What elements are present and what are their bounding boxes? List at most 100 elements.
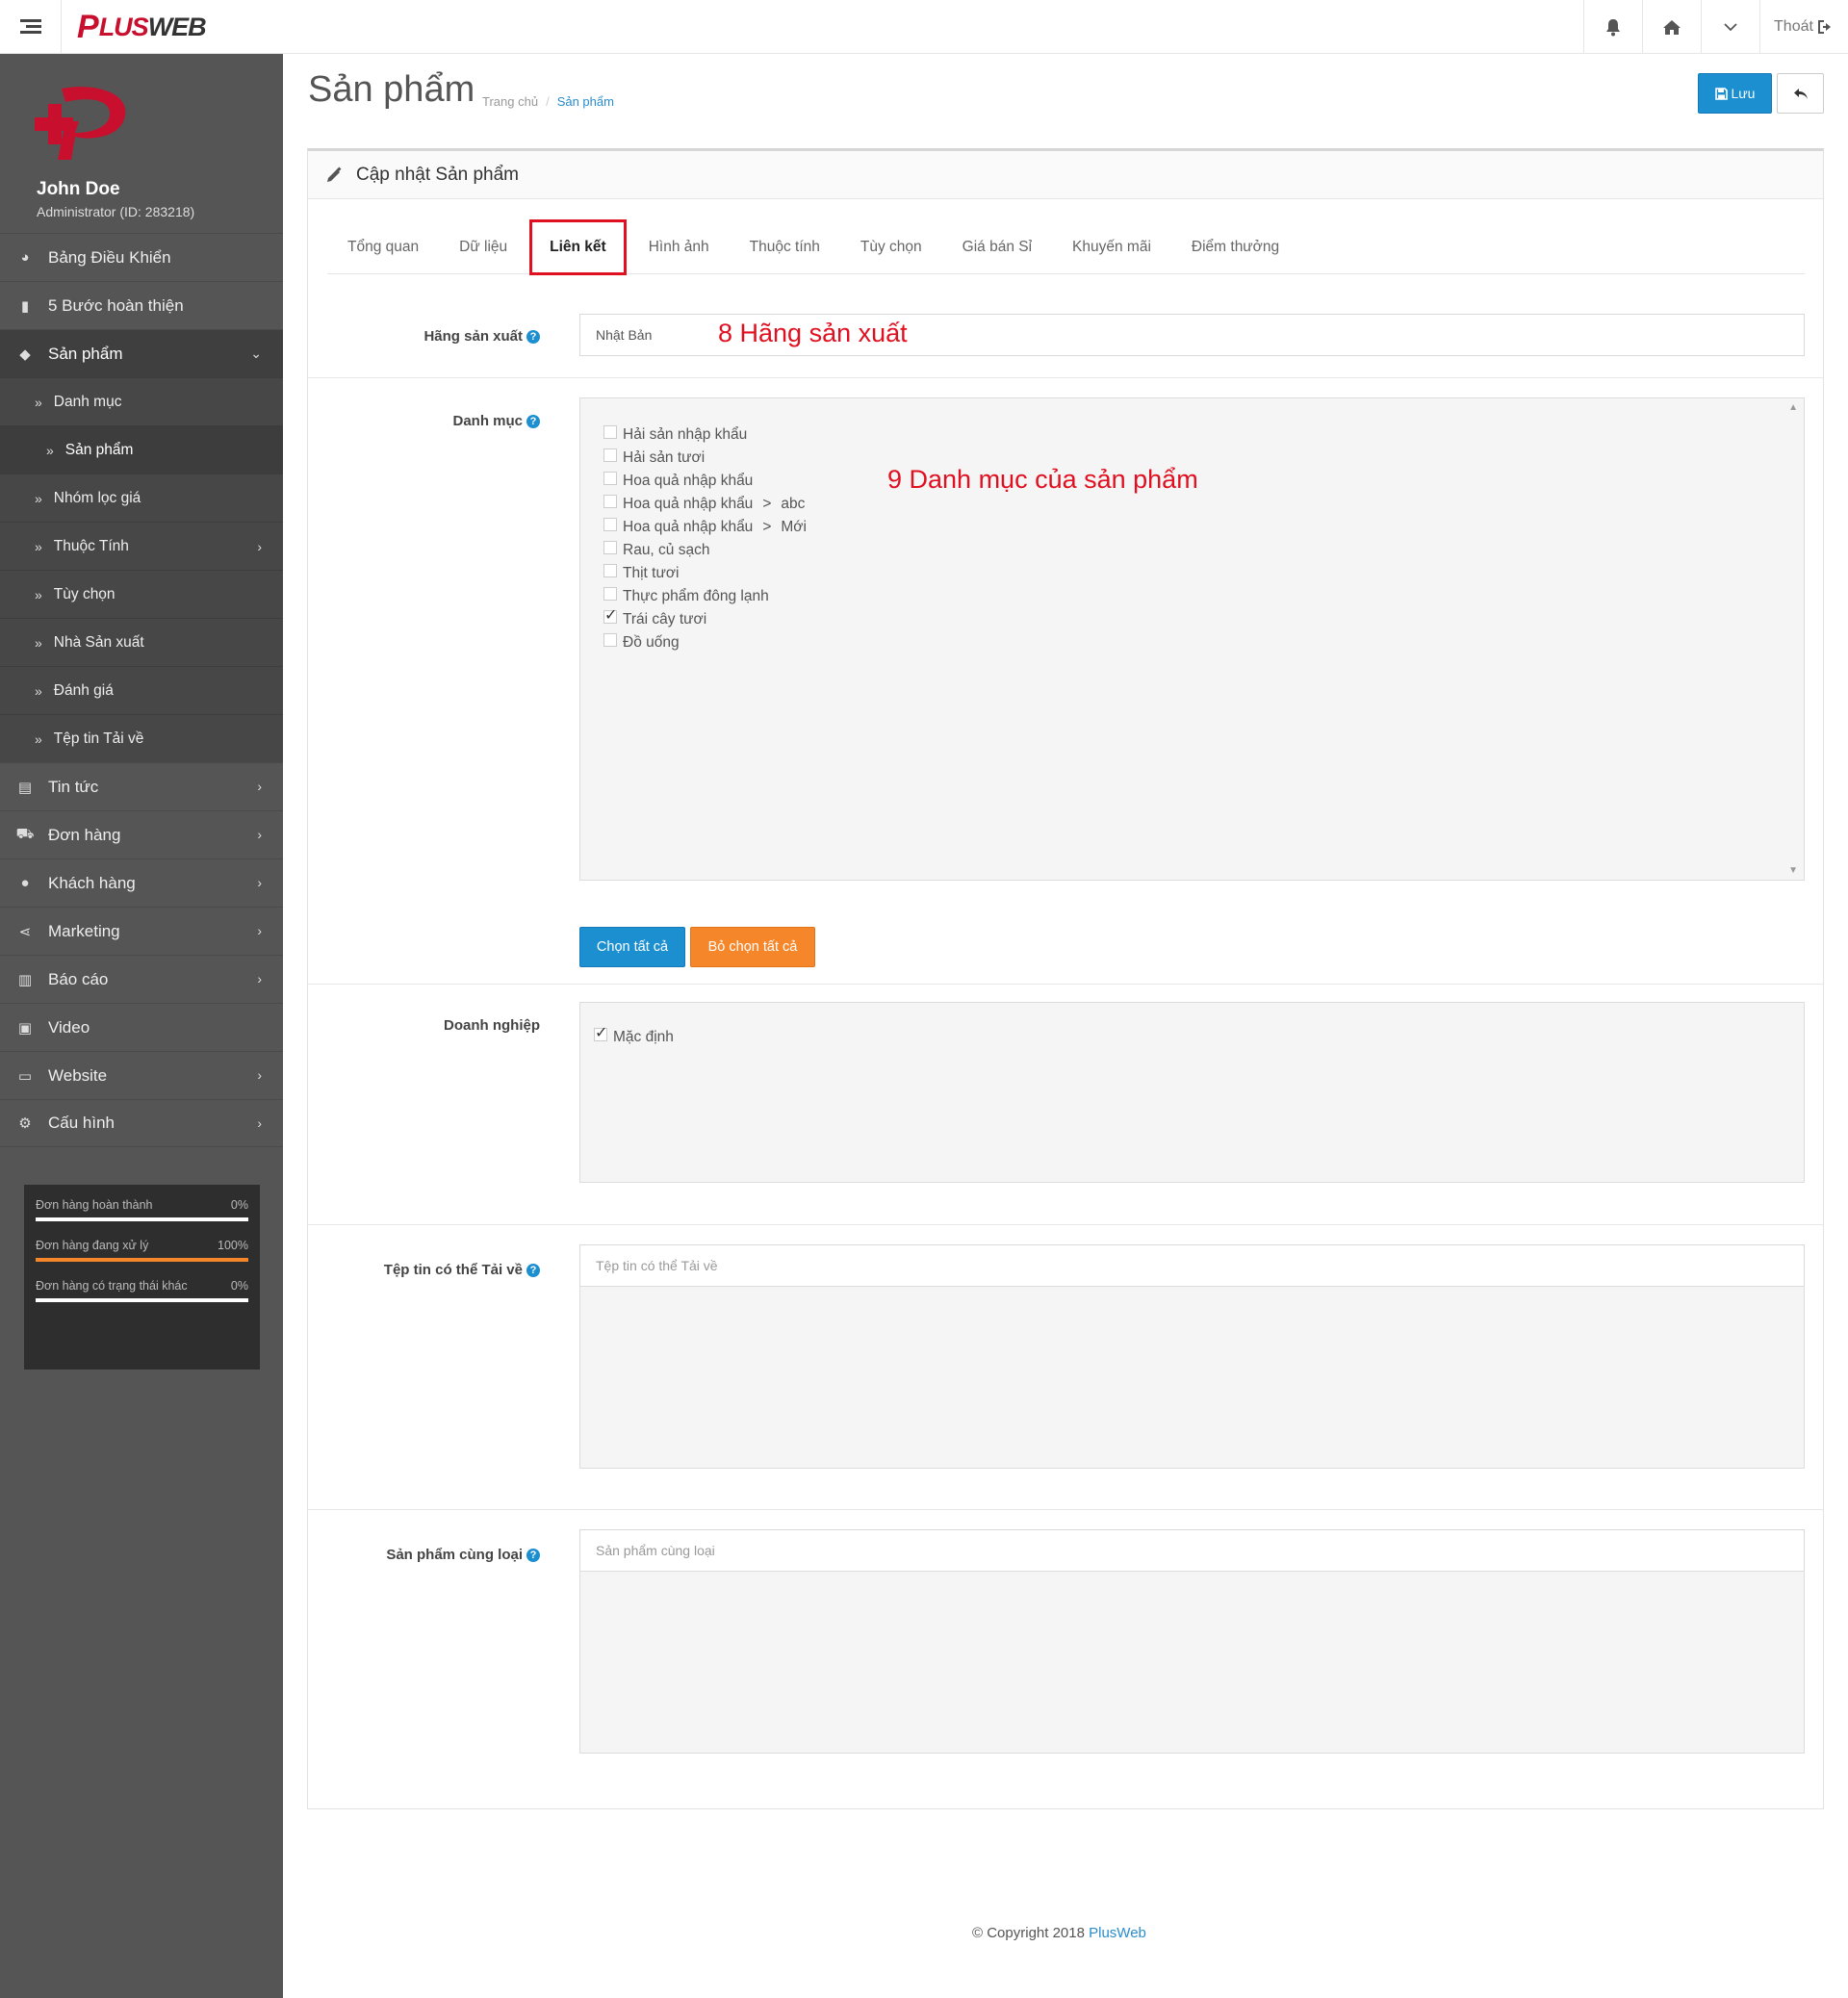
question-circle-icon[interactable]: ? xyxy=(526,415,540,428)
sidebar-item-orders[interactable]: ⛟ Đơn hàng › xyxy=(0,810,283,858)
checkbox[interactable] xyxy=(603,633,617,647)
related-products-input[interactable]: Sản phẩm cùng loại xyxy=(579,1529,1805,1572)
sidebar-subitem-products[interactable]: » Sản phẩm xyxy=(0,425,283,474)
chevron-right-icon: › xyxy=(257,923,262,938)
sidebar-item-label: 5 Bước hoàn thiện xyxy=(48,295,184,315)
sidebar-item-video[interactable]: ▣ Video xyxy=(0,1003,283,1051)
panel-header: Cập nhật Sản phẩm xyxy=(308,151,1823,199)
sidebar-subitem-attributes[interactable]: » Thuộc Tính › xyxy=(0,522,283,570)
sidebar-item-customers[interactable]: ● Khách hàng › xyxy=(0,858,283,907)
tab-links[interactable]: Liên kết xyxy=(529,219,627,275)
tab-data[interactable]: Dữ liệu xyxy=(439,220,527,274)
pencil-icon xyxy=(327,166,342,182)
sidebar-subitem-price-filter[interactable]: » Nhóm lọc giá xyxy=(0,474,283,522)
checkbox[interactable] xyxy=(603,541,617,554)
stat-progress-bar xyxy=(36,1298,248,1302)
logo[interactable]: P LUS WEB xyxy=(77,11,207,43)
downloads-input[interactable]: Tệp tin có thể Tải về xyxy=(579,1244,1805,1287)
category-option[interactable]: Đồ uống xyxy=(603,631,1781,654)
double-chevron-right-icon: » xyxy=(35,538,42,554)
question-circle-icon[interactable]: ? xyxy=(526,1549,540,1562)
tab-reward-points[interactable]: Điểm thưởng xyxy=(1171,220,1299,274)
back-button[interactable] xyxy=(1777,73,1824,114)
tab-wholesale-price[interactable]: Giá bán Sỉ xyxy=(942,220,1052,274)
checkbox[interactable] xyxy=(603,564,617,577)
sidebar-item-dashboard[interactable]: ◕ Bảng Điều Khiển xyxy=(0,233,283,281)
checkbox[interactable] xyxy=(603,518,617,531)
home-icon xyxy=(1663,19,1681,35)
sidebar-subitem-downloads[interactable]: » Tệp tin Tải về xyxy=(0,714,283,762)
checkbox[interactable] xyxy=(603,495,617,508)
notifications-button[interactable] xyxy=(1583,0,1642,54)
sidebar-item-label: Marketing xyxy=(48,921,120,940)
sidebar-item-news[interactable]: ▤ Tin tức › xyxy=(0,762,283,810)
category-option[interactable]: Thực phẩm đông lạnh xyxy=(603,585,1781,608)
category-option[interactable]: Rau, củ sạch xyxy=(603,539,1781,562)
checkbox[interactable] xyxy=(603,587,617,601)
sidebar: John Doe Administrator (ID: 283218) ◕ Bả… xyxy=(0,54,283,1998)
category-option[interactable]: Hoa quả nhập khẩu > Mới xyxy=(603,516,1781,539)
checkbox-checked[interactable] xyxy=(603,605,617,625)
question-circle-icon[interactable]: ? xyxy=(526,330,540,344)
related-products-row: Sản phẩm cùng loại? Sản phẩm cùng loại xyxy=(308,1510,1823,1810)
checkbox-checked[interactable] xyxy=(594,1023,607,1042)
category-option-suffix: abc xyxy=(781,496,806,512)
footer-brand-link[interactable]: PlusWeb xyxy=(1089,1925,1146,1941)
chevron-right-icon: › xyxy=(257,539,262,554)
logout-button[interactable]: Thoát xyxy=(1759,0,1848,54)
select-all-button[interactable]: Chọn tất cả xyxy=(579,927,685,967)
category-option[interactable]: Hoa quả nhập khẩu > abc xyxy=(603,493,1781,516)
footer-copyright: © Copyright 2018 xyxy=(972,1925,1085,1941)
category-option-label: Hải sản tươi xyxy=(623,449,706,466)
breadcrumb-home-link[interactable]: Trang chủ xyxy=(482,94,538,109)
checkbox[interactable] xyxy=(603,448,617,462)
scroll-down-icon[interactable]: ▼ xyxy=(1788,865,1798,876)
breadcrumb-current-link[interactable]: Sản phẩm xyxy=(557,94,614,109)
home-button[interactable] xyxy=(1642,0,1701,54)
manufacturer-row: Hãng sản xuất? Nhật Bản 8 Hãng sản xuất xyxy=(308,295,1823,378)
footer: © Copyright 2018 PlusWeb xyxy=(972,1925,1146,1941)
product-tabs: Tổng quan Dữ liệu Liên kết Hình ảnh Thuộ… xyxy=(327,219,1805,275)
chevron-right-icon: › xyxy=(257,1115,262,1131)
tab-images[interactable]: Hình ảnh xyxy=(629,220,730,274)
category-option[interactable]: Hải sản nhập khẩu xyxy=(603,423,1781,447)
category-option-suffix: Mới xyxy=(781,519,807,535)
category-option[interactable]: Thịt tươi xyxy=(603,562,1781,585)
sidebar-item-marketing[interactable]: ⋖ Marketing › xyxy=(0,907,283,955)
hamburger-icon xyxy=(19,19,41,35)
sidebar-item-products[interactable]: ◆ Sản phẩm ⌄ xyxy=(0,329,283,377)
stat-progress-bar xyxy=(36,1258,248,1262)
sidebar-item-reports[interactable]: ▥ Báo cáo › xyxy=(0,955,283,1003)
tab-overview[interactable]: Tổng quan xyxy=(327,220,439,274)
sidebar-item-settings[interactable]: ⚙ Cấu hình › xyxy=(0,1099,283,1147)
tab-attributes[interactable]: Thuộc tính xyxy=(730,220,840,274)
question-circle-icon[interactable]: ? xyxy=(526,1264,540,1277)
newspaper-icon: ▤ xyxy=(17,779,33,796)
sidebar-subitem-options[interactable]: » Tùy chọn xyxy=(0,570,283,618)
sidebar-item-5-steps[interactable]: ▮ 5 Bước hoàn thiện xyxy=(0,281,283,329)
scroll-up-icon[interactable]: ▲ xyxy=(1788,402,1798,413)
checkbox[interactable] xyxy=(603,472,617,485)
user-icon: ● xyxy=(20,875,30,891)
sidebar-toggle-button[interactable] xyxy=(0,0,62,54)
sidebar-subitem-reviews[interactable]: » Đánh giá xyxy=(0,666,283,714)
sidebar-item-website[interactable]: ▭ Website › xyxy=(0,1051,283,1099)
sidebar-subitem-manufacturers[interactable]: » Nhà Sản xuất xyxy=(0,618,283,666)
category-label: Danh mục? xyxy=(452,413,540,429)
deselect-all-button[interactable]: Bỏ chọn tất cả xyxy=(690,927,815,967)
bell-icon xyxy=(1606,18,1620,36)
checkbox[interactable] xyxy=(603,425,617,439)
save-button[interactable]: Lưu xyxy=(1698,73,1772,114)
panel-title: Cập nhật Sản phẩm xyxy=(356,164,520,185)
stat-progress-bar xyxy=(36,1217,248,1221)
floppy-disk-icon xyxy=(1714,87,1728,100)
user-dropdown-button[interactable] xyxy=(1701,0,1759,54)
business-checkbox-list[interactable]: Mặc định xyxy=(579,1002,1805,1183)
sidebar-subitem-categories[interactable]: » Danh mục xyxy=(0,377,283,425)
category-option[interactable]: Trái cây tươi xyxy=(603,605,1781,631)
tab-promotions[interactable]: Khuyến mãi xyxy=(1052,220,1171,274)
business-option[interactable]: Mặc định xyxy=(594,1023,1790,1049)
tags-icon: ◆ xyxy=(19,346,31,363)
tab-options[interactable]: Tùy chọn xyxy=(840,220,942,274)
sidebar-item-label: Báo cáo xyxy=(48,969,109,988)
